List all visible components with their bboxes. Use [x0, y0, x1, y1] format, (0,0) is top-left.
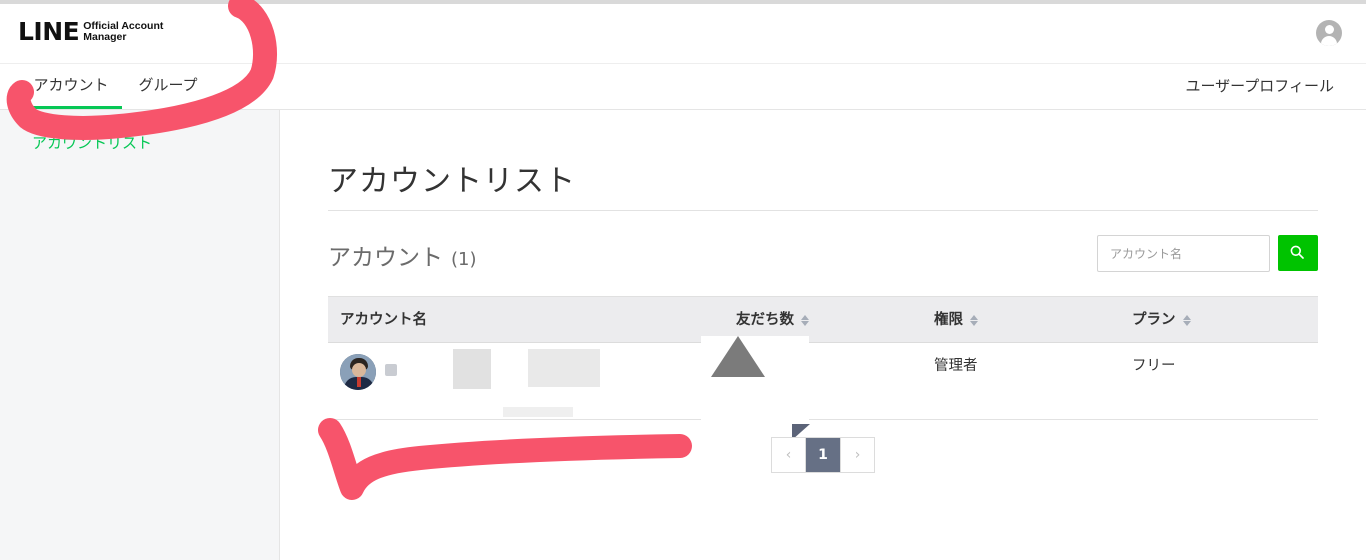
- title-divider: [328, 210, 1318, 211]
- triangle-marker: [711, 336, 765, 377]
- account-count: (1): [451, 249, 477, 270]
- line-oam-logo[interactable]: LINE Official Account Manager: [18, 18, 163, 46]
- section-title: アカウント (1): [328, 238, 477, 272]
- tab-group[interactable]: グループ: [130, 64, 206, 109]
- column-account-name: アカウント名: [340, 297, 427, 343]
- user-head-shape: [1324, 25, 1334, 34]
- page-number-button[interactable]: 1: [806, 438, 840, 472]
- search-icon: [1290, 245, 1304, 259]
- search-button[interactable]: [1278, 235, 1318, 271]
- logo-subtitle: Official Account Manager: [83, 21, 163, 43]
- account-avatar[interactable]: [340, 354, 376, 390]
- sort-icon: [970, 314, 978, 326]
- sidebar-item-account-list[interactable]: アカウントリスト: [32, 132, 152, 153]
- next-page-button[interactable]: ›: [840, 438, 874, 472]
- section-title-text: アカウント: [328, 245, 443, 271]
- user-body-shape: [1321, 35, 1337, 46]
- cell-role: 管理者: [934, 358, 978, 374]
- redacted-account-name: [453, 349, 491, 389]
- redacted-detail: [503, 407, 573, 417]
- pagination: ‹ 1 ›: [771, 437, 875, 473]
- sort-icon: [801, 314, 809, 326]
- account-search-input[interactable]: [1097, 235, 1270, 272]
- user-circle-icon[interactable]: [1316, 20, 1342, 46]
- redacted-account-id: [528, 349, 600, 387]
- column-account-name-label: アカウント名: [340, 312, 427, 328]
- account-table: アカウント名 友だち数 権限 プラン 管理者 フリー: [328, 296, 1318, 420]
- sort-icon: [1182, 314, 1191, 326]
- table-header: アカウント名 友だち数 権限 プラン: [328, 296, 1318, 343]
- page-title: アカウントリスト: [328, 164, 576, 199]
- sidebar: アカウントリスト: [0, 110, 280, 560]
- logo-wordmark: LINE: [18, 17, 80, 46]
- tab-account[interactable]: アカウント: [20, 64, 122, 109]
- column-plan[interactable]: プラン: [1132, 297, 1191, 343]
- cell-plan: フリー: [1132, 358, 1176, 374]
- table-row[interactable]: 管理者 フリー: [328, 343, 1318, 420]
- logo-subtitle-line2: Manager: [83, 31, 127, 43]
- user-profile-link[interactable]: ユーザープロフィール: [1185, 64, 1334, 108]
- app-header: LINE Official Account Manager: [0, 4, 1366, 64]
- top-nav: アカウント グループ ユーザープロフィール: [0, 64, 1366, 110]
- scribble-bottom: [318, 418, 692, 500]
- account-badge-icon: [385, 364, 397, 376]
- column-role[interactable]: 権限: [934, 297, 978, 343]
- prev-page-button[interactable]: ‹: [772, 438, 806, 472]
- column-role-label: 権限: [934, 312, 963, 328]
- column-plan-label: プラン: [1132, 312, 1176, 328]
